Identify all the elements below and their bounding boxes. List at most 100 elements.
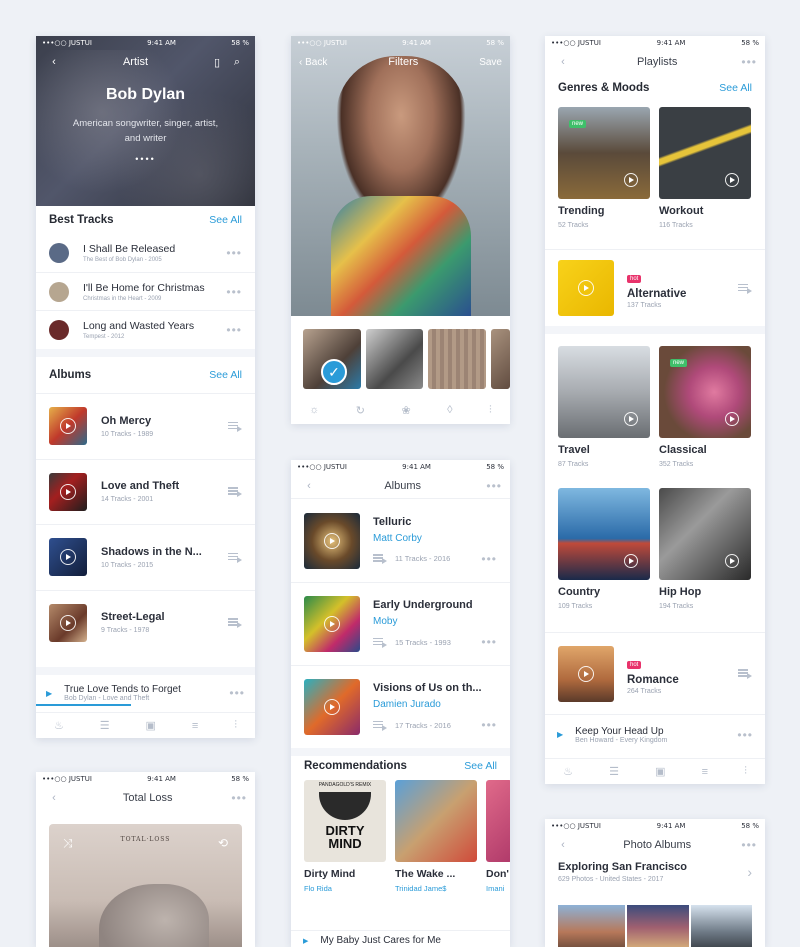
- album-row[interactable]: Early Underground Moby 15 Tracks - 1993 •••: [291, 582, 510, 665]
- equalizer-icon[interactable]: ⫶: [234, 719, 237, 732]
- romance-row[interactable]: hot Romance 264 Tracks: [545, 632, 765, 714]
- album-row[interactable]: Telluric Matt Corby 11 Tracks - 2016 •••: [291, 499, 510, 582]
- play-icon[interactable]: ▶: [557, 730, 563, 739]
- playlist-card[interactable]: Country 109 Tracks: [558, 488, 650, 630]
- album-row[interactable]: Shadows in the N... 10 Tracks - 2015: [36, 524, 255, 590]
- album-artist[interactable]: Damien Jurado: [373, 699, 497, 710]
- rotate-icon[interactable]: ↻: [356, 404, 365, 417]
- back-chevron-icon[interactable]: ‹: [553, 835, 573, 855]
- filter-thumb-extra[interactable]: [491, 329, 510, 389]
- album-row[interactable]: Visions of Us on th... Damien Jurado 17 Tr…: [291, 665, 510, 748]
- more-icon[interactable]: •••: [741, 55, 757, 69]
- filter-thumb-mono[interactable]: [365, 329, 424, 389]
- chevron-right-icon[interactable]: ›: [747, 864, 752, 880]
- rec-artist[interactable]: Flo Rida: [304, 884, 386, 893]
- genres-see-all[interactable]: See All: [719, 82, 752, 94]
- playlist-icon[interactable]: ☰: [100, 719, 110, 732]
- radio-icon[interactable]: ▣: [655, 765, 665, 778]
- play-icon[interactable]: ▶: [303, 937, 308, 945]
- track-row[interactable]: I Shall Be Released The Best of Bob Dylan…: [36, 234, 255, 272]
- rec-artist[interactable]: Trinidad Jame$: [395, 884, 477, 893]
- more-icon[interactable]: •••: [481, 718, 497, 732]
- play-circle-icon[interactable]: [60, 483, 76, 500]
- brightness-icon[interactable]: ☼: [309, 404, 319, 416]
- filter-thumb-original[interactable]: ✓: [303, 329, 361, 389]
- flame-icon[interactable]: ♨: [563, 765, 573, 778]
- playlist-card[interactable]: Travel 87 Tracks: [558, 346, 650, 488]
- adjust-icon[interactable]: ⫶: [489, 404, 492, 417]
- more-icon[interactable]: •••: [486, 479, 502, 493]
- more-icon[interactable]: •••: [226, 246, 242, 260]
- more-icon[interactable]: •••: [481, 552, 497, 566]
- play-icon[interactable]: ▶: [46, 689, 52, 698]
- back-chevron-icon[interactable]: ‹: [299, 476, 319, 496]
- play-circle-icon[interactable]: [60, 418, 76, 435]
- play-circle-icon[interactable]: [60, 614, 76, 631]
- play-circle-icon[interactable]: [624, 173, 638, 187]
- equalizer-icon[interactable]: ⫶: [744, 765, 747, 778]
- play-circle-icon[interactable]: [725, 554, 739, 568]
- more-icon[interactable]: •••: [231, 791, 247, 805]
- save-button[interactable]: Save: [479, 57, 502, 68]
- track-row[interactable]: Long and Wasted Years Tempest - 2012 •••: [36, 310, 255, 348]
- play-circle-icon[interactable]: [578, 665, 594, 682]
- album-artist[interactable]: Moby: [373, 616, 497, 627]
- play-circle-icon[interactable]: [324, 616, 340, 632]
- photo-album-row[interactable]: Exploring San Francisco 629 Photos - Uni…: [558, 861, 752, 883]
- play-circle-icon[interactable]: [624, 554, 638, 568]
- back-chevron-icon[interactable]: ‹: [44, 788, 64, 808]
- best-tracks-see-all[interactable]: See All: [209, 214, 242, 226]
- rec-card[interactable]: The Wake ... Trinidad Jame$: [395, 780, 477, 893]
- playlist-card[interactable]: Workout 116 Tracks: [659, 107, 751, 249]
- recommendations-see-all[interactable]: See All: [464, 760, 497, 772]
- drop-icon[interactable]: ◊: [447, 404, 452, 416]
- play-circle-icon[interactable]: [324, 532, 340, 549]
- alternative-row[interactable]: hot Alternative 137 Tracks: [545, 249, 765, 334]
- play-circle-icon[interactable]: [624, 412, 638, 426]
- playlist-card[interactable]: new Classical 352 Tracks: [659, 346, 751, 488]
- search-icon[interactable]: ⌕: [227, 52, 247, 72]
- rec-card[interactable]: Don' Imani: [486, 780, 510, 893]
- flame-icon[interactable]: ♨: [54, 719, 64, 732]
- radio-icon[interactable]: ▣: [146, 719, 156, 732]
- rec-card[interactable]: PANDAGOLD'S REMIX DIRTY MIND Dirty Mind Flo…: [304, 780, 386, 893]
- playlist-icon[interactable]: ☰: [609, 765, 619, 778]
- album-row[interactable]: Love and Theft 14 Tracks - 2001: [36, 458, 255, 525]
- now-playing-bar[interactable]: ▶ Keep Your Head Up Ben Howard - Every K…: [545, 714, 765, 754]
- queue-icon[interactable]: ≡: [702, 766, 708, 778]
- play-circle-icon[interactable]: [324, 699, 340, 715]
- queue-icon[interactable]: [738, 668, 752, 679]
- back-chevron-icon[interactable]: ‹: [553, 52, 573, 72]
- bookmark-icon[interactable]: ▯: [207, 52, 227, 72]
- queue-icon[interactable]: [228, 552, 242, 563]
- more-icon[interactable]: •••: [229, 686, 245, 700]
- queue-icon[interactable]: [228, 421, 242, 432]
- more-icon[interactable]: •••: [741, 838, 757, 852]
- album-row[interactable]: Street-Legal 9 Tracks - 1978: [36, 589, 255, 656]
- queue-icon[interactable]: [228, 486, 242, 498]
- color-icon[interactable]: ❀: [401, 404, 410, 417]
- playlist-card[interactable]: Hip Hop 194 Tracks: [659, 488, 751, 630]
- queue-icon[interactable]: [373, 637, 387, 648]
- queue-icon[interactable]: [373, 720, 387, 731]
- repeat-icon[interactable]: ⟲: [218, 836, 228, 850]
- play-circle-icon[interactable]: [578, 280, 594, 296]
- queue-icon[interactable]: [228, 617, 242, 629]
- play-circle-icon[interactable]: [725, 173, 739, 187]
- more-icon[interactable]: •••: [737, 728, 753, 742]
- more-icon[interactable]: •••: [226, 323, 242, 337]
- album-artist[interactable]: Matt Corby: [373, 533, 497, 544]
- track-row[interactable]: I'll Be Home for Christmas Christmas in t…: [36, 272, 255, 310]
- queue-icon[interactable]: ≡: [192, 720, 198, 732]
- rec-artist[interactable]: Imani: [486, 884, 510, 893]
- play-circle-icon[interactable]: [725, 412, 739, 426]
- now-playing-bar[interactable]: ▶ My Baby Just Cares for Me: [291, 930, 510, 947]
- play-circle-icon[interactable]: [60, 549, 76, 566]
- queue-icon[interactable]: [738, 283, 752, 294]
- filter-thumb-pixel[interactable]: [428, 329, 487, 389]
- queue-icon[interactable]: [373, 553, 387, 564]
- more-icon[interactable]: •••: [481, 635, 497, 649]
- more-icon[interactable]: •••: [226, 285, 242, 299]
- album-row[interactable]: Oh Mercy 10 Tracks - 1989: [36, 393, 255, 459]
- back-button[interactable]: ‹ Back: [299, 57, 327, 68]
